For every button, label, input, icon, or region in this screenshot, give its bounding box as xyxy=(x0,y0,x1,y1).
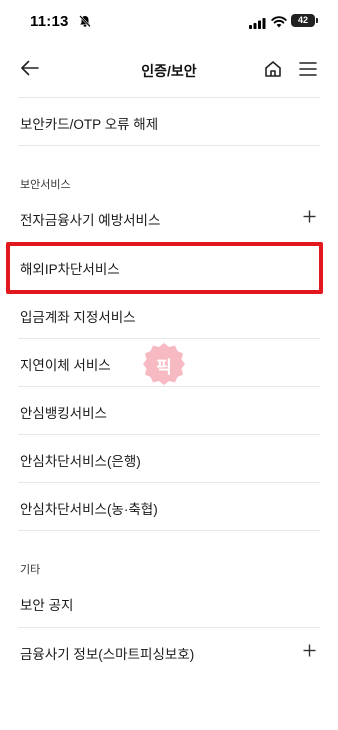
home-icon[interactable] xyxy=(263,59,283,84)
menu-item-label: 지연이체 서비스 xyxy=(20,358,111,373)
section-title-etc: 기타 xyxy=(20,564,41,576)
menu-item-fraud-prevention[interactable]: 전자금융사기 예방서비스 xyxy=(18,194,320,242)
plus-icon[interactable] xyxy=(303,210,316,228)
menu-item-label: 안심차단서비스(농·축협) xyxy=(20,502,158,517)
bell-muted-icon xyxy=(78,14,92,33)
status-bar: 11:13 42 xyxy=(0,0,338,44)
menu-item-label: 보안카드/OTP 오류 해제 xyxy=(20,117,159,132)
menu-item-fraud-info[interactable]: 금융사기 정보(스마트피싱보호) xyxy=(18,628,320,676)
page-title: 인증/보안 xyxy=(141,63,197,79)
watermark-badge-icon: 픽 xyxy=(141,341,187,387)
cellular-signal-icon xyxy=(249,16,266,34)
menu-item-label: 전자금융사기 예방서비스 xyxy=(20,213,161,228)
menu-item-label: 안심차단서비스(은행) xyxy=(20,454,141,469)
menu-item-safe-banking[interactable]: 안심뱅킹서비스 xyxy=(18,387,320,435)
battery-tip xyxy=(316,18,318,23)
watermark-text: 픽 xyxy=(156,358,172,377)
divider xyxy=(18,530,320,531)
hamburger-menu-icon[interactable] xyxy=(298,60,318,83)
menu-item-label: 안심뱅킹서비스 xyxy=(20,406,107,421)
divider xyxy=(18,145,320,146)
plus-icon[interactable] xyxy=(303,644,316,662)
menu-item-label: 입금계좌 지정서비스 xyxy=(20,310,136,325)
menu-item-deposit-account[interactable]: 입금계좌 지정서비스 xyxy=(18,291,320,339)
highlight-box xyxy=(6,242,323,294)
menu-item-otp-unlock[interactable]: 보안카드/OTP 오류 해제 xyxy=(18,98,320,146)
menu-item-label: 보안 공지 xyxy=(20,598,74,613)
battery-icon: 42 xyxy=(291,14,315,27)
status-time: 11:13 xyxy=(30,13,69,30)
menu-item-safe-block-nonghyup[interactable]: 안심차단서비스(농·축협) xyxy=(18,483,320,531)
menu-item-safe-block-bank[interactable]: 안심차단서비스(은행) xyxy=(18,435,320,483)
section-title-security: 보안서비스 xyxy=(20,179,71,191)
wifi-icon xyxy=(271,15,287,33)
app-header: 인증/보안 xyxy=(0,44,338,96)
menu-item-label: 금융사기 정보(스마트피싱보호) xyxy=(20,647,195,662)
menu-item-security-notice[interactable]: 보안 공지 xyxy=(18,579,320,627)
